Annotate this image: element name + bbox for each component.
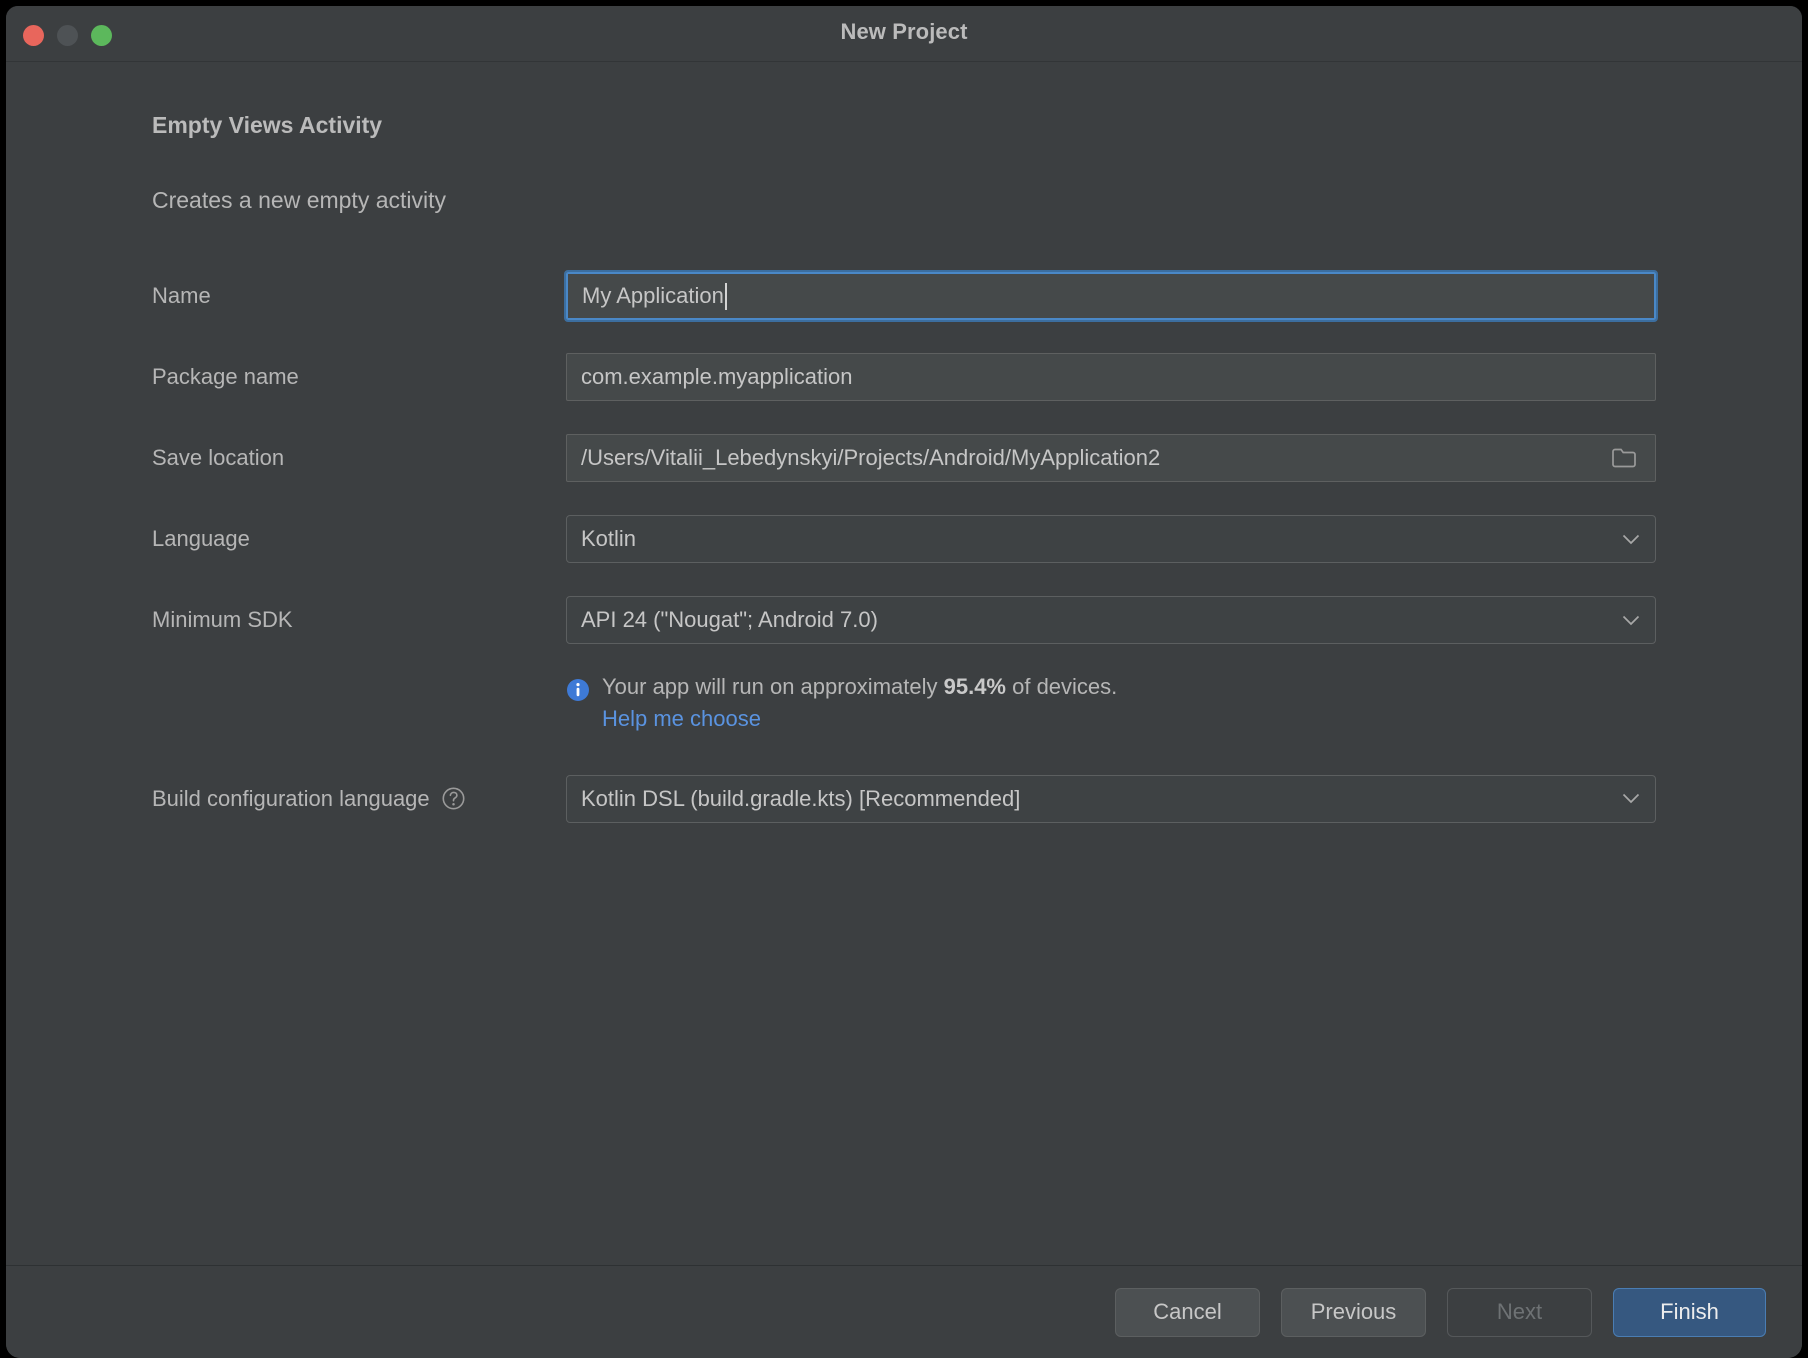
finish-button[interactable]: Finish [1613, 1287, 1766, 1337]
build-config-language-label-text: Build configuration language [152, 785, 430, 811]
minimum-sdk-field-wrap: API 24 ("Nougat"; Android 7.0) [566, 596, 1656, 644]
minimum-sdk-label: Minimum SDK [152, 606, 293, 632]
help-me-choose-link[interactable]: Help me choose [602, 703, 761, 735]
language-field-wrap: Kotlin [566, 515, 1656, 563]
name-input-value: My Application [582, 283, 724, 308]
sdk-coverage-text-after: of devices. [1006, 674, 1118, 699]
save-location-label: Save location [152, 444, 285, 470]
sdk-coverage-info: Your app will run on approximately 95.4%… [566, 671, 1656, 735]
dialog-footer: Cancel Previous Next Finish [6, 1265, 1802, 1358]
new-project-dialog: New Project Empty Views Activity Creates… [6, 6, 1802, 1358]
form-row-build-config-language: Build configuration language Kotlin DSL … [152, 774, 1656, 823]
question-mark-icon[interactable] [441, 786, 466, 811]
sdk-coverage-percent: 95.4% [943, 674, 1006, 699]
title-bar: New Project [6, 6, 1802, 62]
previous-button[interactable]: Previous [1281, 1287, 1426, 1337]
save-location-field-wrap: /Users/Vitalii_Lebedynskyi/Projects/Andr… [566, 434, 1656, 482]
build-config-language-field-wrap: Kotlin DSL (build.gradle.kts) [Recommend… [566, 774, 1656, 823]
package-name-input[interactable]: com.example.myapplication [566, 353, 1656, 401]
minimum-sdk-select[interactable]: API 24 ("Nougat"; Android 7.0) [566, 596, 1656, 644]
next-button: Next [1447, 1287, 1592, 1337]
package-name-label: Package name [152, 363, 299, 389]
package-name-input-value: com.example.myapplication [581, 364, 853, 389]
form-row-language: Language Kotlin [152, 515, 1656, 563]
page-subtitle: Creates a new empty activity [152, 187, 447, 213]
save-location-input-value: /Users/Vitalii_Lebedynskyi/Projects/Andr… [581, 445, 1161, 470]
build-config-language-label: Build configuration language [152, 786, 566, 811]
name-field-wrap: My Application [564, 270, 1658, 322]
build-config-language-select-value: Kotlin DSL (build.gradle.kts) [Recommend… [581, 785, 1021, 811]
name-input[interactable]: My Application [564, 270, 1658, 322]
form-row-name: Name My Application [152, 270, 1658, 322]
form-row-package-name: Package name com.example.myapplication [152, 353, 1656, 401]
minimum-sdk-select-value: API 24 ("Nougat"; Android 7.0) [581, 607, 878, 632]
dialog-body: Empty Views Activity Creates a new empty… [6, 62, 1802, 1265]
language-label: Language [152, 525, 250, 551]
folder-icon[interactable] [1607, 447, 1641, 469]
cancel-button[interactable]: Cancel [1115, 1287, 1260, 1337]
chevron-down-icon [1621, 534, 1641, 545]
sdk-coverage-text-before: Your app will run on approximately [602, 674, 944, 699]
save-location-input[interactable]: /Users/Vitalii_Lebedynskyi/Projects/Andr… [566, 434, 1656, 482]
package-name-field-wrap: com.example.myapplication [566, 353, 1656, 401]
form-row-minimum-sdk: Minimum SDK API 24 ("Nougat"; Android 7.… [152, 596, 1656, 644]
language-select-value: Kotlin [581, 526, 637, 551]
window-title: New Project [840, 19, 968, 44]
text-caret [724, 282, 727, 310]
name-label: Name [152, 282, 211, 308]
page-title: Empty Views Activity [152, 112, 383, 138]
chevron-down-icon [1621, 615, 1641, 626]
build-config-language-select[interactable]: Kotlin DSL (build.gradle.kts) [Recommend… [566, 774, 1656, 823]
sdk-coverage-message: Your app will run on approximately 95.4%… [602, 671, 1117, 703]
language-select[interactable]: Kotlin [566, 515, 1656, 563]
sdk-coverage-texts: Your app will run on approximately 95.4%… [602, 671, 1117, 735]
info-icon [566, 678, 590, 707]
form-row-save-location: Save location /Users/Vitalii_Lebedynskyi… [152, 434, 1656, 482]
chevron-down-icon [1621, 793, 1641, 804]
